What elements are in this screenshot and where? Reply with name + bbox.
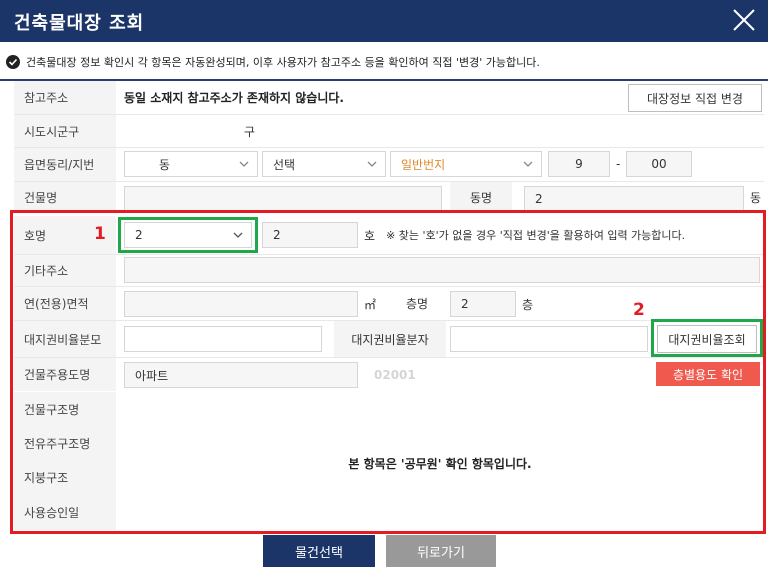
dong-name-input[interactable]: 2 [524, 186, 744, 212]
dong-select-value: 동 [159, 157, 171, 172]
marker-2: 2 [633, 300, 645, 320]
divider [14, 114, 764, 115]
back-button[interactable]: 뒤로가기 [386, 535, 496, 567]
type-select-value: 선택 [273, 157, 296, 172]
notice: 건축물대장 정보 확인시 각 항목은 자동완성되며, 이후 사용자가 참고주소 … [6, 53, 540, 71]
label-sido: 시도시군구 [14, 115, 116, 147]
chevron-down-icon [367, 161, 377, 167]
check-circle-icon [6, 55, 20, 69]
direct-change-button[interactable]: 대장정보 직접 변경 [628, 84, 762, 112]
title-bar: 건축물대장 조회 [0, 0, 768, 42]
main-lot-number-input[interactable]: 9 [548, 151, 610, 177]
notice-text: 건축물대장 정보 확인시 각 항목은 자동완성되며, 이후 사용자가 참고주소 … [26, 56, 540, 69]
label-eup: 읍면동리/지번 [14, 148, 116, 181]
highlight-box-green-ratio [651, 319, 763, 357]
divider [14, 147, 764, 148]
building-name-input[interactable] [124, 186, 442, 212]
chevron-down-icon [523, 161, 533, 167]
select-property-button[interactable]: 물건선택 [263, 535, 375, 567]
divider [14, 181, 764, 182]
label-building-name: 건물명 [14, 182, 116, 212]
sub-lot-number-input[interactable]: 00 [626, 151, 692, 177]
sido-value: 구 [244, 124, 256, 139]
dong-select[interactable]: 동 [124, 151, 258, 177]
lot-type-value: 일반번지 [401, 157, 446, 172]
marker-1: 1 [94, 224, 106, 244]
label-ref-address: 참고주소 [14, 81, 116, 114]
highlight-box-green-ho [118, 217, 258, 253]
dong-suffix: 동 [750, 190, 762, 205]
lot-type-select[interactable]: 일반번지 [390, 151, 542, 177]
lot-dash: - [616, 157, 621, 171]
ref-address-value: 동일 소재지 참고주소가 존재하지 않습니다. [124, 91, 344, 105]
label-dong-name: 동명 [450, 182, 512, 212]
window-title: 건축물대장 조회 [14, 13, 145, 34]
close-icon[interactable] [730, 6, 758, 34]
highlight-box-red [10, 210, 766, 534]
chevron-down-icon [239, 161, 249, 167]
type-select[interactable]: 선택 [262, 151, 386, 177]
